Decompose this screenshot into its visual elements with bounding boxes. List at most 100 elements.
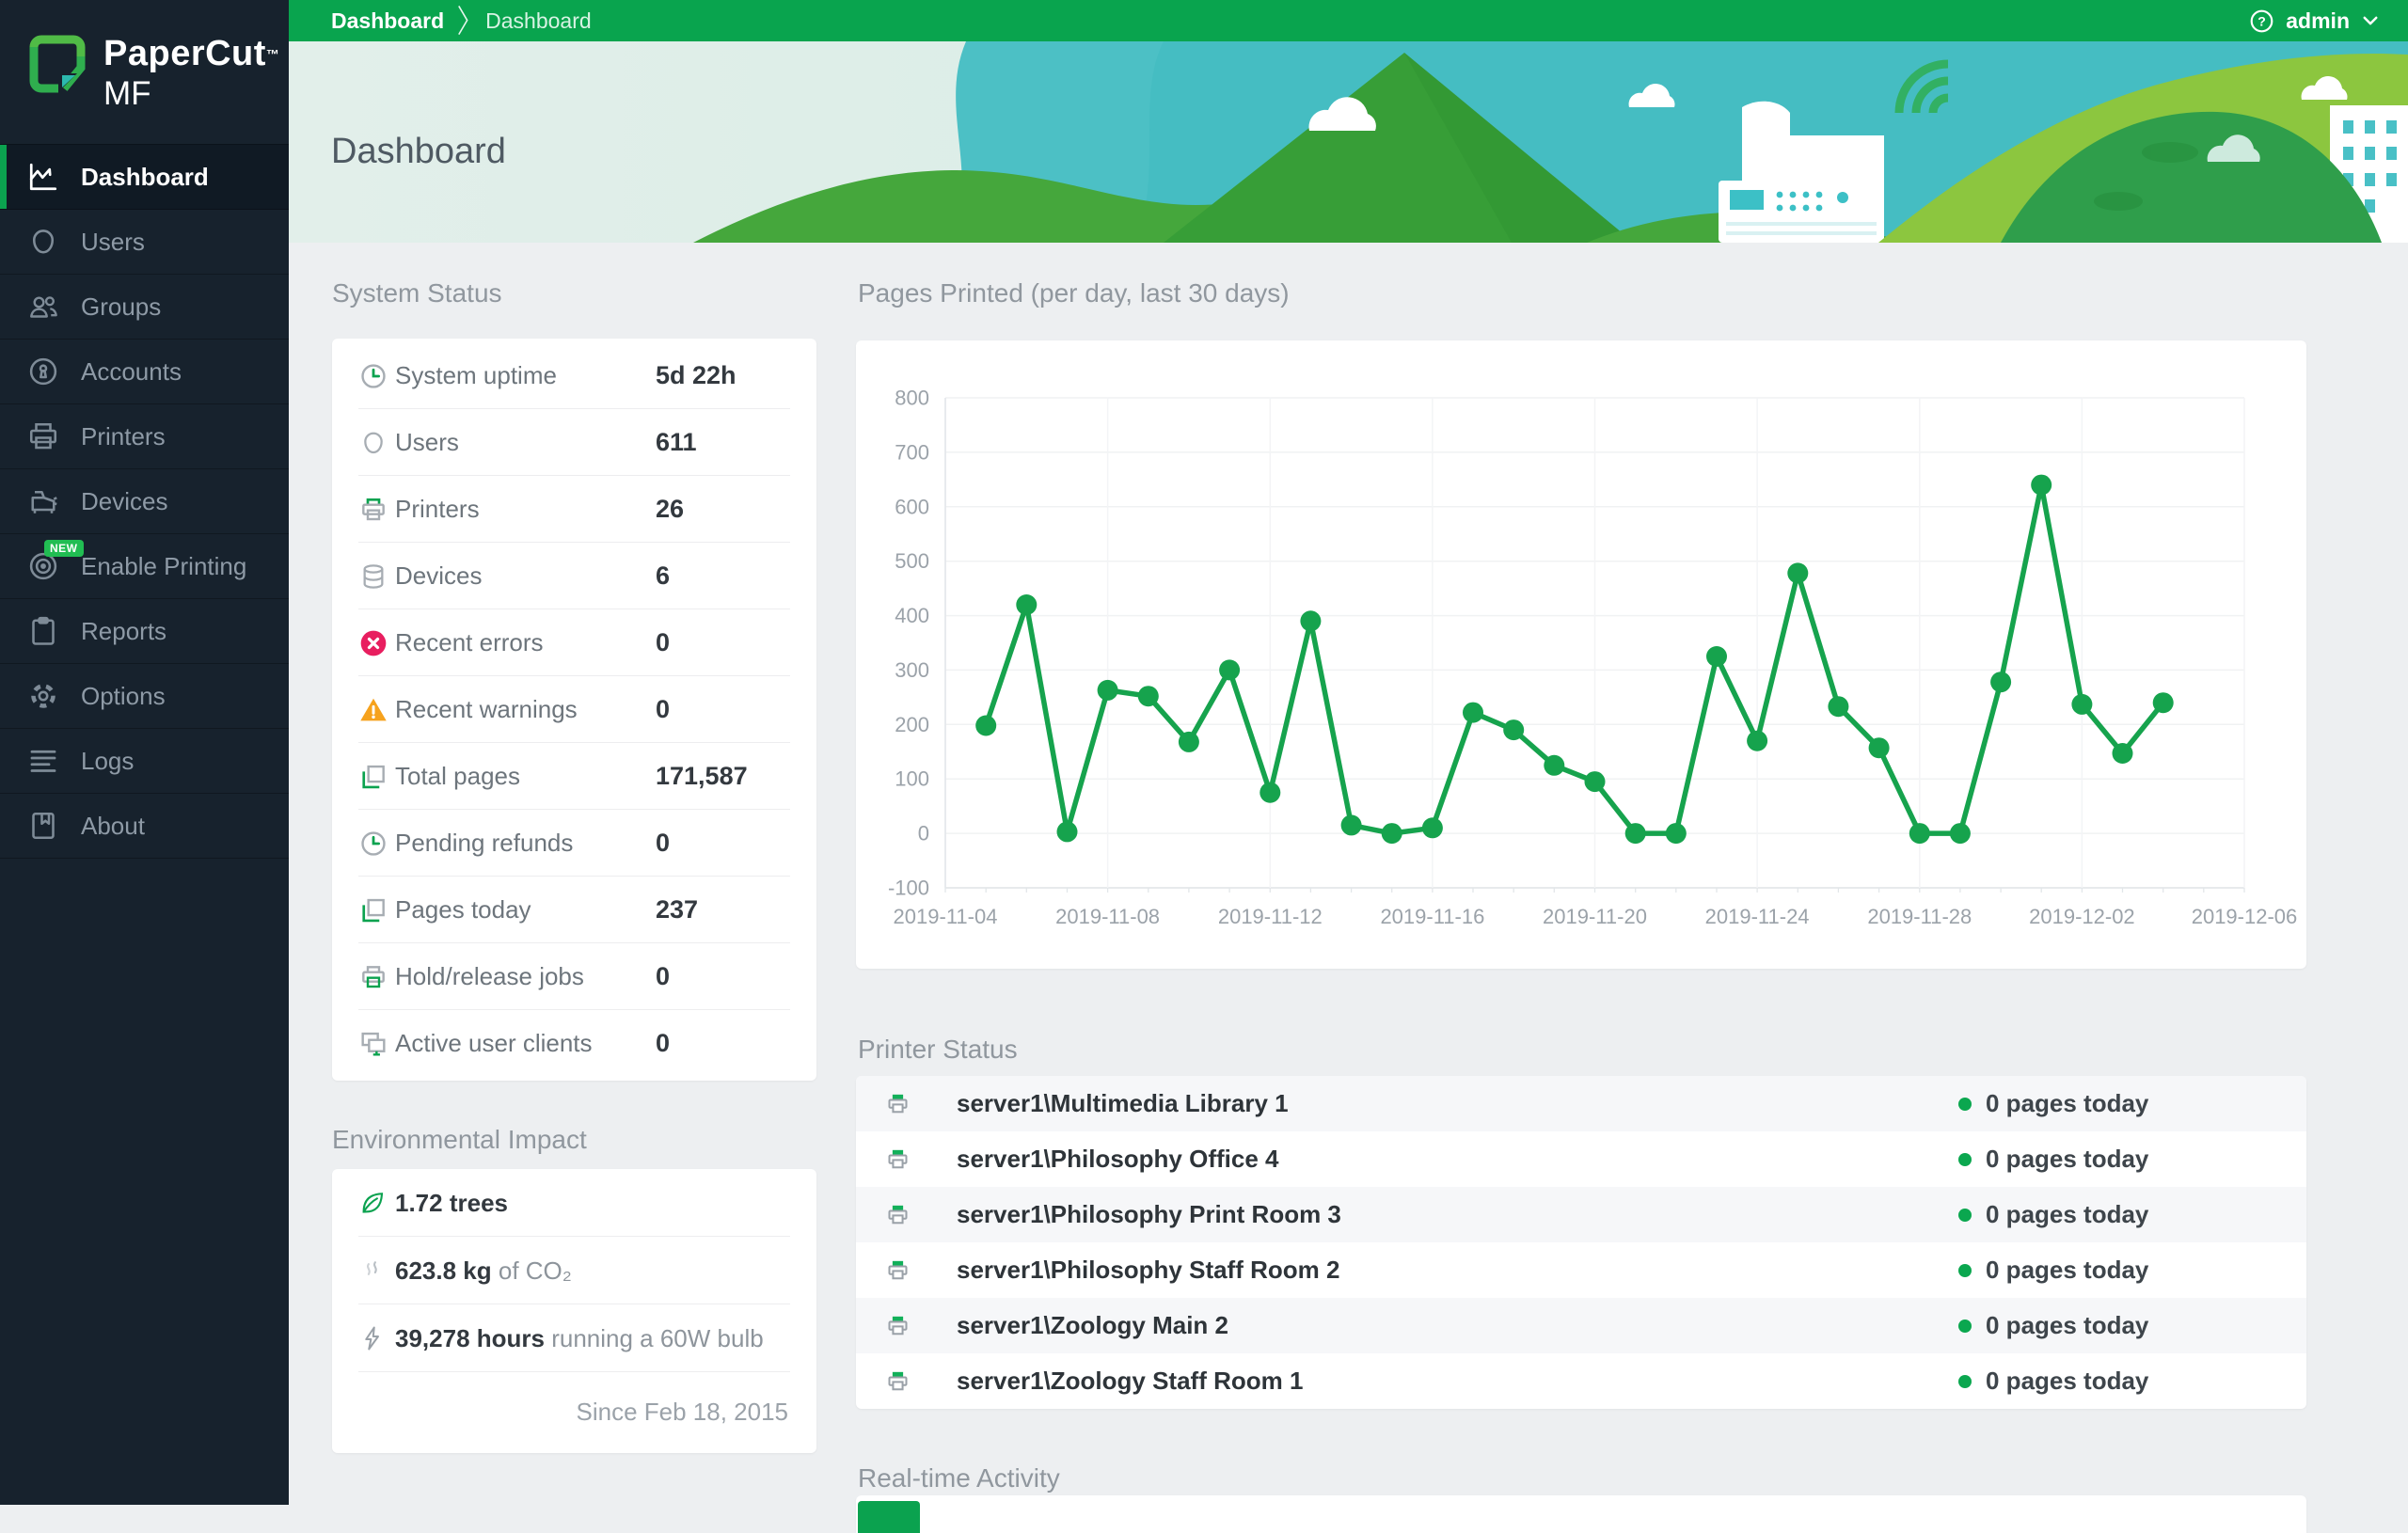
pages-printed-line-chart: 800 700 600 500 400 300 200 100 0 -100 2019-11-04 2… xyxy=(888,387,2298,929)
sidebar-item-options[interactable]: Options xyxy=(0,664,289,729)
status-value: 611 xyxy=(656,428,697,456)
brand-logo[interactable]: PaperCut™ MF xyxy=(26,34,279,112)
printer-row-server1-zoology-main-2[interactable]: server1\Zoology Main 2 0 pages today xyxy=(856,1298,2306,1353)
sidebar-item-label: Options xyxy=(81,681,166,710)
breadcrumb-item-current[interactable]: Dashboard xyxy=(485,8,592,34)
printer-status-text: 0 pages today xyxy=(1986,1311,2149,1339)
accounts-icon xyxy=(26,355,60,388)
system-status-card: System uptime 5d 22h Users 611 Printers 26 Dev… xyxy=(332,339,816,1081)
sidebar-item-label: Accounts xyxy=(81,356,182,386)
sidebar-item-label: Enable Printing xyxy=(81,551,247,580)
printer-name[interactable]: server1\Philosophy Print Room 3 xyxy=(957,1200,1341,1229)
sidebar-item-accounts[interactable]: Accounts xyxy=(0,340,289,404)
help-icon[interactable]: ? xyxy=(2249,8,2274,34)
printer-status: 0 pages today xyxy=(1958,1145,2148,1174)
user-label[interactable]: admin xyxy=(2286,8,2350,34)
sidebar-item-printers[interactable]: Printers xyxy=(0,404,289,469)
status-label: Pages today xyxy=(395,895,531,924)
sidebar-item-label: About xyxy=(81,811,145,840)
printer-row-server1-philosophy-print-room-3[interactable]: server1\Philosophy Print Room 3 0 pages t… xyxy=(856,1187,2306,1242)
groups-icon xyxy=(26,290,60,324)
breadcrumb-item-dashboard[interactable]: Dashboard xyxy=(331,8,444,34)
environmental-impact-title: Environmental Impact xyxy=(332,1125,587,1154)
status-value: 0 xyxy=(656,829,671,857)
sidebar-item-label: Users xyxy=(81,227,145,256)
status-value: 171,587 xyxy=(656,762,748,790)
svg-text:2019-11-16: 2019-11-16 xyxy=(1380,905,1484,928)
pages-printed-chart-card: 800 700 600 500 400 300 200 100 0 -100 2019-11-04 2… xyxy=(856,340,2306,969)
environmental-impact-card: 1.72 trees 623.8 kg of CO₂ 39,278 hours ru… xyxy=(332,1169,816,1453)
environmental-row-1-72-trees: 1.72 trees xyxy=(332,1169,816,1237)
printer-status: 0 pages today xyxy=(1958,1256,2148,1285)
printer-icon xyxy=(885,1313,911,1338)
status-row-pages-today: Pages today 237 xyxy=(332,877,816,943)
sidebar-item-label: Devices xyxy=(81,486,168,515)
sidebar-item-reports[interactable]: Reports xyxy=(0,599,289,664)
printer-row-server1-zoology-staff-room-1[interactable]: server1\Zoology Staff Room 1 0 pages toda… xyxy=(856,1353,2306,1409)
status-value: 5d 22h xyxy=(656,361,737,389)
svg-text:2019-12-02: 2019-12-02 xyxy=(2029,905,2135,928)
sidebar-item-enable-printing[interactable]: NEW Enable Printing xyxy=(0,534,289,599)
app-root: PaperCut™ MF Dashboard Users Groups Account… xyxy=(0,0,2408,1533)
printer-status: 0 pages today xyxy=(1958,1200,2148,1229)
printer-row-server1-philosophy-staff-room-2[interactable]: server1\Philosophy Staff Room 2 0 pages t… xyxy=(856,1242,2306,1298)
about-icon xyxy=(26,809,60,843)
printer-name[interactable]: server1\Zoology Staff Room 1 xyxy=(957,1367,1303,1396)
status-value: 237 xyxy=(656,895,699,924)
active-clients-icon xyxy=(358,1029,388,1059)
svg-text:2019-12-06: 2019-12-06 xyxy=(2192,905,2298,928)
printer-row-server1-philosophy-office-4[interactable]: server1\Philosophy Office 4 0 pages today xyxy=(856,1131,2306,1187)
sidebar-item-label: Reports xyxy=(81,616,167,645)
printer-name[interactable]: server1\Zoology Main 2 xyxy=(957,1311,1228,1340)
status-dot-icon xyxy=(1958,1263,1972,1277)
status-label: Devices xyxy=(395,561,483,590)
options-gear-icon xyxy=(26,679,60,713)
status-label: Users xyxy=(395,428,459,456)
status-label: Total pages xyxy=(395,762,520,790)
status-row-recent-warnings: Recent warnings 0 xyxy=(332,676,816,743)
printer-status: 0 pages today xyxy=(1958,1089,2148,1118)
printer-name[interactable]: server1\Philosophy Staff Room 2 xyxy=(957,1256,1339,1285)
status-row-total-pages: Total pages 171,587 xyxy=(332,743,816,810)
status-label: Recent errors xyxy=(395,628,544,656)
sidebar-item-groups[interactable]: Groups xyxy=(0,275,289,340)
svg-text:100: 100 xyxy=(895,767,929,791)
sidebar-item-about[interactable]: About xyxy=(0,794,289,859)
printer-icon xyxy=(885,1368,911,1394)
logs-icon xyxy=(26,744,60,778)
svg-text:2019-11-04: 2019-11-04 xyxy=(894,905,998,928)
brand-trademark: ™ xyxy=(265,46,279,62)
page-title: Dashboard xyxy=(331,132,506,171)
status-label: Pending refunds xyxy=(395,829,574,857)
user-menu[interactable]: ? admin xyxy=(2249,8,2380,34)
printer-row-server1-multimedia-library-1[interactable]: server1\Multimedia Library 1 0 pages toda… xyxy=(856,1076,2306,1131)
svg-text:?: ? xyxy=(2258,13,2266,28)
devices-stack-icon xyxy=(358,561,388,592)
svg-text:2019-11-24: 2019-11-24 xyxy=(1705,905,1810,928)
svg-text:400: 400 xyxy=(895,604,929,627)
printer-status-text: 0 pages today xyxy=(1986,1367,2149,1395)
breadcrumb-chevron-icon xyxy=(457,2,472,40)
reports-icon xyxy=(26,614,60,648)
pending-clock-icon xyxy=(358,829,388,859)
printer-status-title: Printer Status xyxy=(858,1035,1018,1064)
brand-product: MF xyxy=(103,74,151,112)
devices-icon xyxy=(26,484,60,518)
printer-icon xyxy=(885,1202,911,1227)
environmental-text: 39,278 hours running a 60W bulb xyxy=(395,1323,764,1352)
svg-text:600: 600 xyxy=(895,495,929,518)
printer-icon xyxy=(885,1146,911,1172)
printer-status-card: server1\Multimedia Library 1 0 pages toda… xyxy=(856,1076,2306,1409)
status-dot-icon xyxy=(1958,1374,1972,1388)
sidebar-item-logs[interactable]: Logs xyxy=(0,729,289,794)
dashboard-icon xyxy=(26,160,60,194)
printer-status-text: 0 pages today xyxy=(1986,1089,2149,1117)
sidebar-item-devices[interactable]: Devices xyxy=(0,469,289,534)
printer-name[interactable]: server1\Philosophy Office 4 xyxy=(957,1145,1278,1174)
printer-name[interactable]: server1\Multimedia Library 1 xyxy=(957,1089,1289,1118)
sidebar-item-users[interactable]: Users xyxy=(0,210,289,275)
sidebar: PaperCut™ MF Dashboard Users Groups Account… xyxy=(0,0,289,1505)
user-face-icon xyxy=(358,428,388,458)
sidebar-item-dashboard[interactable]: Dashboard xyxy=(0,144,289,210)
realtime-activity-tab[interactable] xyxy=(858,1501,920,1533)
